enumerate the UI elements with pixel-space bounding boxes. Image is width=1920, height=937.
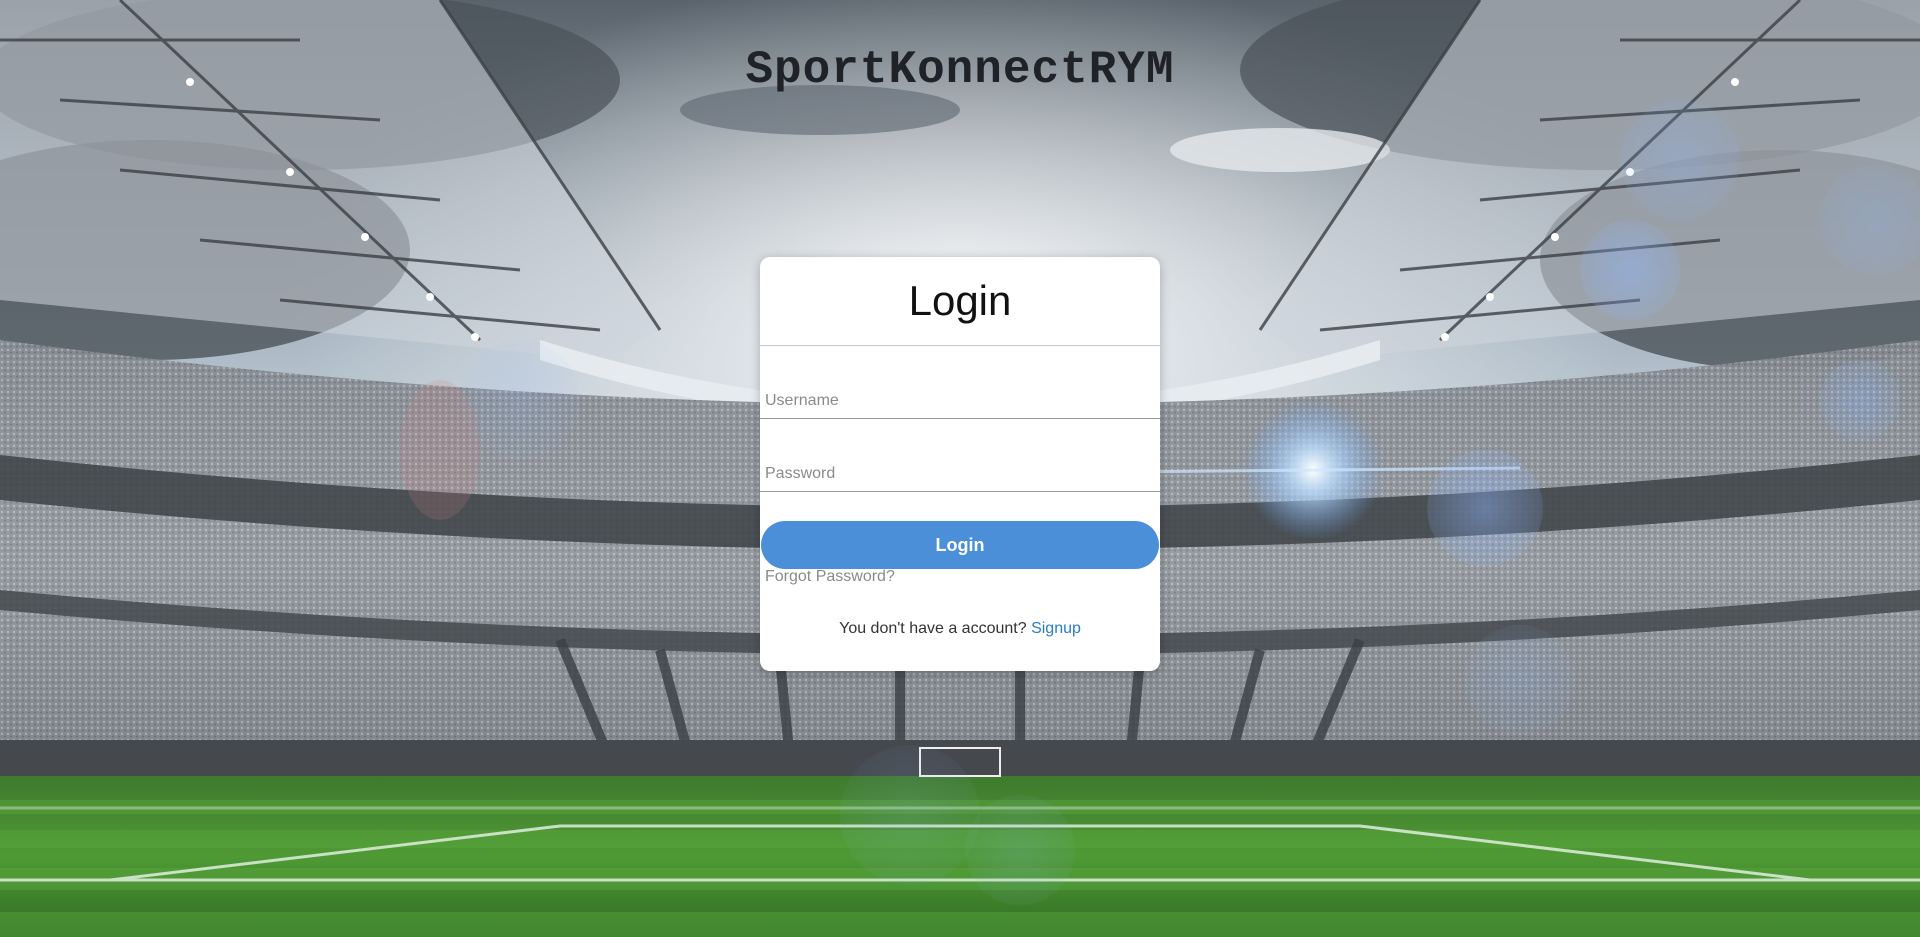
- login-heading: Login: [760, 257, 1160, 346]
- password-input[interactable]: [760, 465, 1155, 483]
- login-button[interactable]: Login: [761, 521, 1159, 569]
- signup-link[interactable]: Signup: [1031, 620, 1081, 637]
- signup-prompt-row: You don't have a account? Signup: [760, 620, 1160, 638]
- forgot-password-link[interactable]: Forgot Password?: [765, 568, 895, 586]
- login-page: SportKonnectRYM Login Login Forgot Passw…: [0, 0, 1920, 937]
- username-input[interactable]: [760, 392, 1155, 410]
- username-field-container: [760, 348, 1160, 419]
- login-card: Login Login Forgot Password? You don't h…: [760, 257, 1160, 671]
- password-field-container: [760, 421, 1160, 492]
- app-title: SportKonnectRYM: [745, 44, 1175, 96]
- signup-prompt-text: You don't have a account?: [839, 620, 1032, 637]
